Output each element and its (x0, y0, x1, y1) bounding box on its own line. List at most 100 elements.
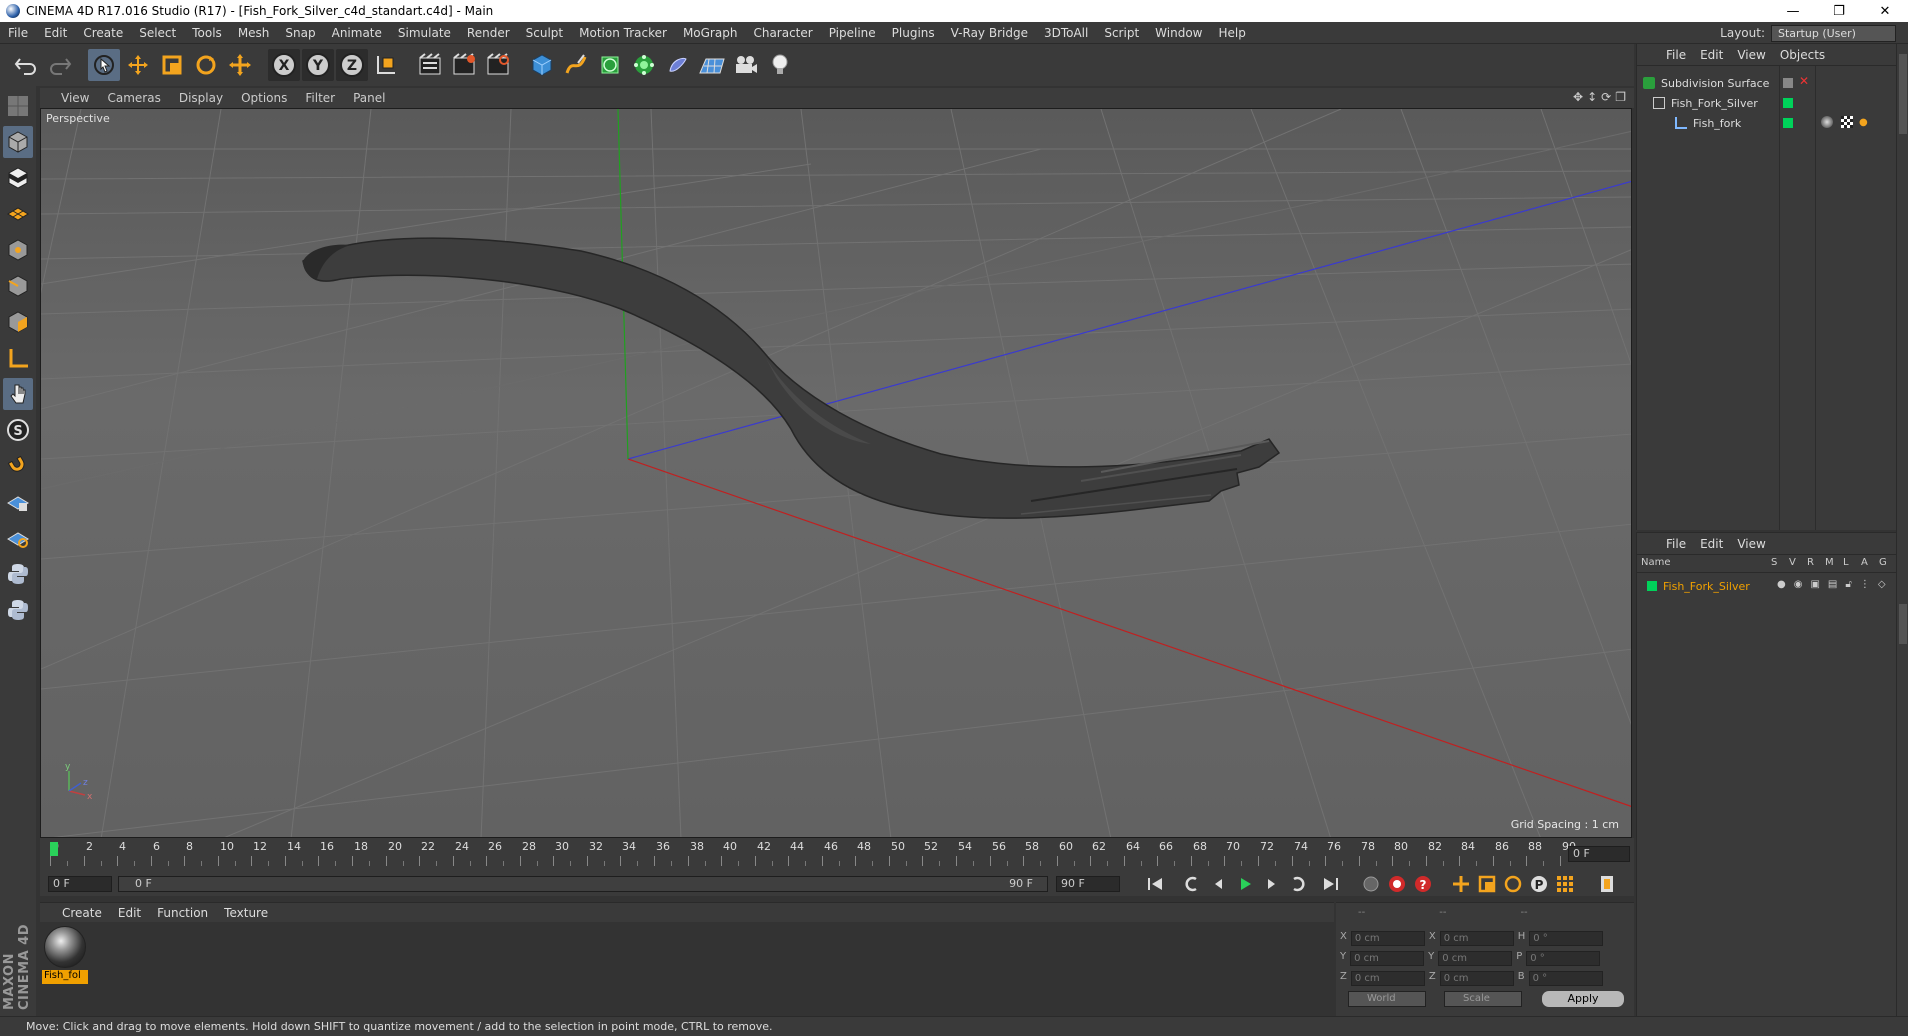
python-script-2-icon[interactable] (3, 594, 33, 626)
viewport-menu-panel[interactable]: Panel (344, 91, 394, 105)
timeline-layout-icon[interactable] (1594, 872, 1620, 896)
previous-key-icon[interactable] (1180, 872, 1206, 896)
viewport-menu-display[interactable]: Display (170, 91, 232, 105)
phong-tag-icon[interactable]: ● (1859, 117, 1868, 128)
side-tab-attributes[interactable] (1899, 604, 1907, 644)
tweak-mode-icon[interactable] (3, 378, 33, 410)
y-axis-lock-button[interactable]: Y (302, 49, 334, 81)
object-row-fish-fork[interactable]: Fish_fork (1675, 114, 1741, 132)
menu-tools[interactable]: Tools (184, 26, 230, 40)
render-settings-icon[interactable] (482, 49, 514, 81)
go-to-end-icon[interactable] (1318, 872, 1344, 896)
menu-render[interactable]: Render (459, 26, 518, 40)
close-button[interactable]: ✕ (1862, 0, 1908, 22)
restore-button[interactable]: ❐ (1816, 0, 1862, 22)
texture-tag-icon[interactable] (1841, 116, 1853, 128)
solo-toggle-icon[interactable]: ● (1777, 579, 1786, 590)
menu-3dtoall[interactable]: 3DToAll (1036, 26, 1096, 40)
go-to-start-icon[interactable] (1142, 872, 1168, 896)
solo-mode-icon[interactable]: S (3, 414, 33, 446)
menu-character[interactable]: Character (745, 26, 820, 40)
size-mode-dropdown[interactable]: Scale (1444, 991, 1522, 1007)
deformer-icon[interactable] (662, 49, 694, 81)
key-parameter-icon[interactable]: P (1526, 872, 1552, 896)
autokeying-icon[interactable] (1384, 872, 1410, 896)
lock-toggle-icon[interactable]: 🔓︎ (1845, 579, 1851, 590)
object-menu-edit[interactable]: Edit (1693, 48, 1730, 62)
render-picture-viewer-icon[interactable] (448, 49, 480, 81)
next-key-icon[interactable] (1284, 872, 1310, 896)
size-y-field[interactable]: 0 cm (1438, 951, 1513, 966)
material-tag-icon[interactable] (1821, 116, 1833, 128)
floor-icon[interactable] (696, 49, 728, 81)
viewport-menu-options[interactable]: Options (232, 91, 296, 105)
object-row-subdivision[interactable]: Subdivision Surface (1643, 74, 1769, 92)
make-editable-icon[interactable] (3, 90, 33, 122)
key-position-icon[interactable] (1448, 872, 1474, 896)
object-row-fish-fork-silver[interactable]: Fish_Fork_Silver (1653, 94, 1758, 112)
light-icon[interactable] (764, 49, 796, 81)
viewport-pan-icon[interactable]: ✥ (1573, 90, 1583, 104)
rotate-tool-icon[interactable] (190, 49, 222, 81)
material-menu-create[interactable]: Create (54, 906, 110, 920)
end-frame-field[interactable]: 90 F (1056, 876, 1120, 892)
next-frame-icon[interactable] (1258, 872, 1284, 896)
view-toggle-icon[interactable]: ◉ (1794, 579, 1803, 590)
disable-icon[interactable]: ✕ (1799, 74, 1809, 88)
snapping-icon[interactable] (3, 450, 33, 482)
viewport-menu-view[interactable]: View (52, 91, 98, 105)
spline-pen-icon[interactable] (560, 49, 592, 81)
cloner-icon[interactable] (628, 49, 660, 81)
viewport-menu-cameras[interactable]: Cameras (98, 91, 169, 105)
manager-toggle-icon[interactable]: ▤ (1828, 579, 1837, 590)
record-keys-icon[interactable] (1358, 872, 1384, 896)
visibility-dot[interactable] (1783, 98, 1793, 108)
menu-create[interactable]: Create (75, 26, 131, 40)
layer-menu-view[interactable]: View (1730, 537, 1772, 551)
key-scale-icon[interactable] (1474, 872, 1500, 896)
timeline-ruler[interactable]: 0246810121416182022242628303234363840424… (40, 838, 1634, 872)
layer-menu-file[interactable]: File (1659, 537, 1693, 551)
transform-tool-icon[interactable] (224, 49, 256, 81)
viewport-rotate-icon[interactable]: ⟳ (1601, 90, 1611, 104)
camera-icon[interactable] (730, 49, 762, 81)
layer-menu-edit[interactable]: Edit (1693, 537, 1730, 551)
generator-toggle-icon[interactable]: ◇ (1878, 579, 1886, 590)
axis-mode-icon[interactable] (3, 342, 33, 374)
menu-sculpt[interactable]: Sculpt (518, 26, 571, 40)
menu-mograph[interactable]: MoGraph (675, 26, 746, 40)
material-name-label[interactable]: Fish_fol (42, 970, 88, 984)
rot-b-field[interactable]: 0 ° (1528, 971, 1603, 986)
pos-z-field[interactable]: 0 cm (1350, 971, 1425, 986)
start-frame-field[interactable]: 0 F (48, 876, 112, 892)
menu-motion-tracker[interactable]: Motion Tracker (571, 26, 675, 40)
playhead-marker[interactable] (50, 842, 58, 856)
menu-snap[interactable]: Snap (277, 26, 323, 40)
menu-file[interactable]: File (0, 26, 36, 40)
scale-tool-icon[interactable] (156, 49, 188, 81)
key-pla-icon[interactable] (1552, 872, 1578, 896)
minimize-button[interactable]: — (1770, 0, 1816, 22)
layer-swatch[interactable] (1783, 78, 1793, 88)
texture-mode-icon[interactable] (3, 162, 33, 194)
material-menu-texture[interactable]: Texture (216, 906, 276, 920)
menu-window[interactable]: Window (1147, 26, 1210, 40)
z-axis-lock-button[interactable]: Z (336, 49, 368, 81)
menu-select[interactable]: Select (131, 26, 184, 40)
menu-mesh[interactable]: Mesh (230, 26, 278, 40)
python-script-icon[interactable] (3, 558, 33, 590)
viewport-menu-filter[interactable]: Filter (296, 91, 344, 105)
current-frame-field[interactable]: 0 F (1568, 846, 1630, 862)
undo-icon[interactable] (10, 49, 42, 81)
play-icon[interactable] (1232, 872, 1258, 896)
rot-h-field[interactable]: 0 ° (1529, 931, 1604, 946)
object-menu-view[interactable]: View (1730, 48, 1772, 62)
previous-frame-icon[interactable] (1206, 872, 1232, 896)
object-menu-file[interactable]: File (1659, 48, 1693, 62)
menu-simulate[interactable]: Simulate (390, 26, 459, 40)
menu-edit[interactable]: Edit (36, 26, 75, 40)
menu-plugins[interactable]: Plugins (884, 26, 943, 40)
render-toggle-icon[interactable]: ▣ (1810, 579, 1819, 590)
rot-p-field[interactable]: 0 ° (1526, 951, 1601, 966)
menu-help[interactable]: Help (1210, 26, 1253, 40)
